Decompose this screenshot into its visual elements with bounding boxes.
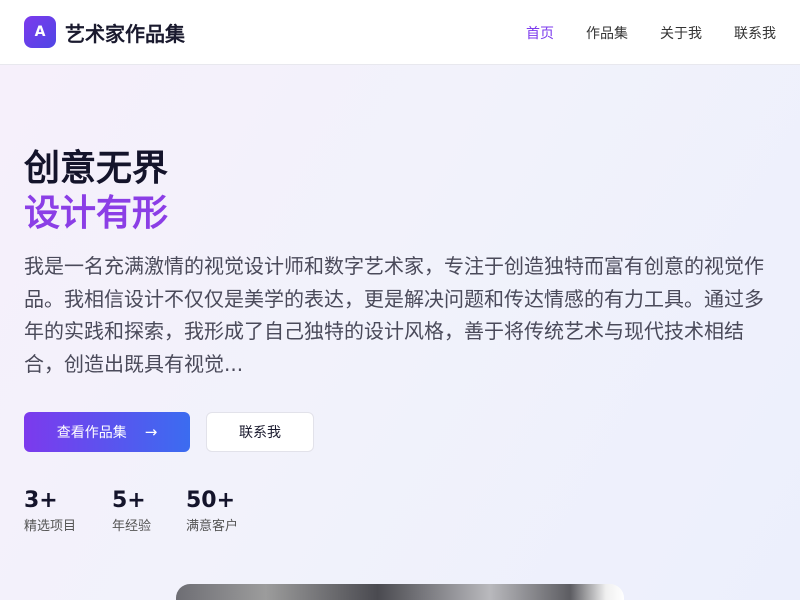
contact-me-button[interactable]: 联系我 [206, 412, 314, 452]
stat-label: 年经验 [112, 519, 152, 534]
stat-label: 精选项目 [24, 519, 77, 534]
stat-value: 5+ [112, 488, 146, 513]
hero-section: 创意无界 设计有形 我是一名充满激情的视觉设计师和数字艺术家，专注于创造独特而富… [0, 65, 800, 600]
stat-value: 3+ [24, 488, 58, 513]
nav-item-about[interactable]: 关于我 [660, 23, 702, 43]
stat-value: 50+ [186, 488, 236, 513]
nav-item-contact[interactable]: 联系我 [734, 23, 776, 43]
hero-title-line1: 创意无界 [24, 148, 169, 189]
hero-title-line2: 设计有形 [24, 193, 169, 234]
main-nav: 首页 作品集 关于我 联系我 [494, 0, 776, 65]
stat-projects: 3+ 精选项目 [24, 485, 76, 537]
nav-item-portfolio[interactable]: 作品集 [586, 23, 628, 43]
logo-badge[interactable]: A [24, 16, 56, 48]
header: A 艺术家作品集 首页 作品集 关于我 联系我 [0, 0, 800, 65]
brand-name[interactable]: 艺术家作品集 [65, 18, 185, 47]
hero-description: 我是一名充满激情的视觉设计师和数字艺术家，专注于创造独特而富有创意的视觉作品。我… [24, 254, 764, 376]
view-portfolio-button[interactable]: 查看作品集 → [24, 412, 190, 452]
arrow-right-icon: → [144, 423, 158, 441]
nav-item-home[interactable]: 首页 [526, 23, 554, 43]
featured-image[interactable] [176, 584, 624, 600]
stat-clients: 50+ 满意客户 [186, 485, 238, 537]
stat-experience: 5+ 年经验 [112, 485, 151, 537]
stat-label: 满意客户 [186, 519, 239, 534]
view-portfolio-label: 查看作品集 [56, 425, 127, 441]
